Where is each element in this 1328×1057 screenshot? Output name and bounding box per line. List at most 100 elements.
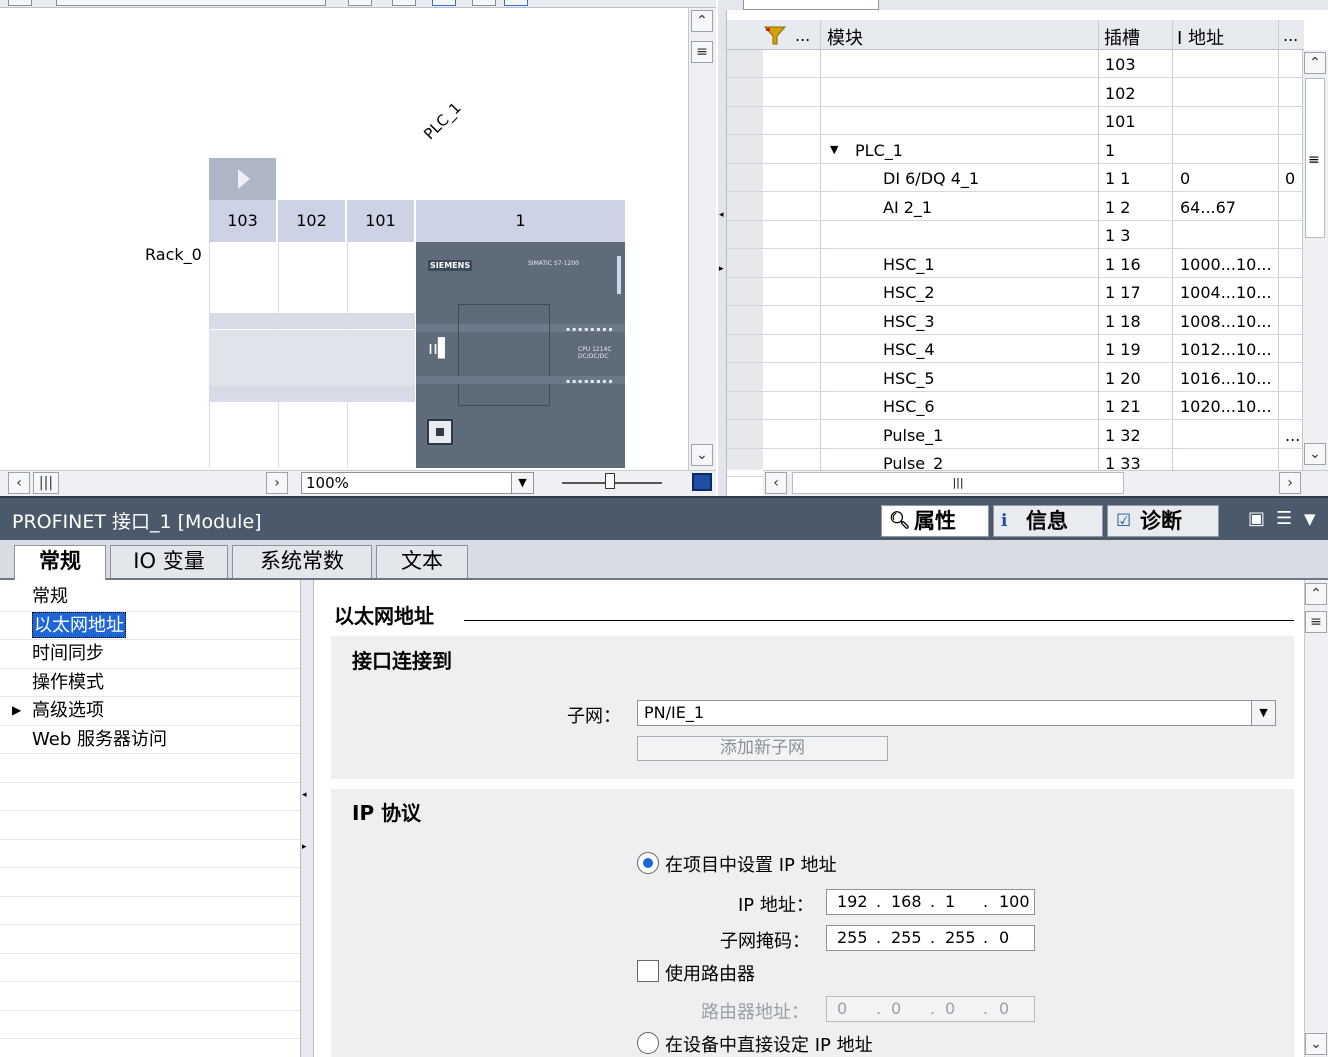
table-row[interactable]: HSC_5 1 20 1016...10... [727,364,1302,392]
col-module[interactable]: 模块 [827,24,863,50]
scroll-up-icon[interactable]: ⌃ [1305,583,1327,605]
scroll-grip-icon[interactable]: ≡ [691,41,713,63]
scroll-down-icon[interactable]: ⌄ [1305,1033,1327,1055]
cell-module: HSC_4 [883,340,935,359]
scroll-down-icon[interactable]: ⌄ [691,444,713,466]
table-row[interactable]: AI 2_1 1 2 64...67 [727,193,1302,221]
cell-slot: 102 [1105,83,1136,103]
device-select[interactable] [56,0,326,6]
router-octet: 0 [999,999,1010,1018]
cpu-module[interactable]: SIEMENS SIMATIC S7-1200 ıı▌ ▪▪▪▪▪▪▪▪ CPU… [416,242,625,468]
ip-address-label: IP 地址： [738,895,814,916]
tab-io-tags[interactable]: IO 变量 [110,545,228,578]
nav-divider [0,639,300,640]
toolbar-button[interactable] [432,0,456,6]
properties-title: PROFINET 接口_1 [Module] [12,511,262,533]
nav-item-general[interactable]: 常规 [32,584,68,610]
radio-set-in-project[interactable] [637,852,659,874]
overview-tab[interactable] [743,0,879,10]
scroll-right-icon[interactable]: › [266,472,288,494]
zoom-select[interactable]: 100% ▼ [301,472,534,494]
device-vscrollbar[interactable] [688,8,716,470]
nav-item-advanced[interactable]: 高级选项 [32,698,104,724]
table-row[interactable]: 103 [727,50,1302,78]
table-row[interactable]: DI 6/DQ 4_1 1 1 0 0 [727,164,1302,192]
overview-toggle-icon[interactable] [692,473,712,491]
section-rule [464,620,1294,621]
hscroll-thumb[interactable]: ||| [792,472,1124,494]
tab-general[interactable]: 常规 [14,545,106,581]
group2-title: IP 协议 [352,801,422,825]
router-address-input[interactable]: 0. 0. 0. 0 [826,996,1035,1022]
nav-divider [0,810,300,811]
zoom-value: 100% [306,474,349,492]
cell-module: PLC_1 [855,140,903,160]
tab-system-constants[interactable]: 系统常数 [232,545,372,578]
ip-dot: . [876,999,882,1018]
table-row[interactable]: HSC_2 1 17 1004...10... [727,278,1302,306]
toolbar-button[interactable] [392,0,416,6]
expand-rack-button[interactable] [209,158,276,200]
col-more[interactable]: ... [1283,26,1298,45]
tab-texts[interactable]: 文本 [376,545,468,578]
use-router-checkbox[interactable] [637,960,659,982]
panel-menu-icon[interactable]: ☰ [1276,508,1292,529]
toolbar-button[interactable] [504,0,528,6]
scroll-up-icon[interactable]: ⌃ [1304,52,1326,74]
tab-info[interactable]: ℹ 信息 [993,505,1103,537]
triangle-down-icon[interactable]: ▼ [830,143,838,156]
col-slot[interactable]: 插槽 [1104,24,1140,50]
nav-splitter[interactable]: ◂ ▸ [300,580,314,1057]
mask-octet: 255 [945,928,976,947]
scroll-right-icon[interactable]: › [1279,472,1301,494]
ip-octet: 100 [999,892,1030,911]
ethernet-port-icon[interactable] [427,419,453,445]
hscroll-thumb[interactable]: ||| [33,472,59,494]
toolbar-button[interactable] [348,0,372,6]
nav-item-operating-mode[interactable]: 操作模式 [32,670,104,696]
device-view-toolbar [0,0,716,8]
cell-slot: 1 17 [1105,283,1141,302]
subnet-select[interactable]: PN/IE_1 ▼ [637,700,1276,726]
table-row[interactable]: HSC_6 1 21 1020...10... [727,392,1302,420]
cell-q: ... [1285,425,1301,445]
subnet-mask-input[interactable]: 255. 255. 255. 0 [826,925,1035,951]
chevron-down-icon[interactable]: ▼ [1304,510,1316,528]
tab-diagnostics[interactable]: ☑ 诊断 [1107,505,1219,537]
scroll-grip-icon[interactable]: ≡ [1305,611,1327,633]
table-row[interactable]: 101 [727,107,1302,135]
nav-item-web-server[interactable]: Web 服务器访问 [32,727,167,753]
overview-splitter[interactable]: ◂ ▸ [718,10,727,496]
ip-dot: . [983,892,989,911]
toolbar-button[interactable] [472,0,496,6]
nav-item-ethernet-address[interactable]: 以太网地址 [32,612,126,638]
panel-window-icon[interactable]: ▣ [1248,508,1265,529]
cell-iaddr: 1004...10... [1180,283,1272,302]
scroll-down-icon[interactable]: ⌄ [1304,443,1326,465]
filter-icon[interactable] [763,24,787,46]
content-vscrollbar[interactable] [1304,580,1328,1057]
table-row[interactable]: HSC_4 1 19 1012...10... [727,335,1302,363]
radio-set-on-device[interactable] [637,1032,659,1054]
col-iaddr[interactable]: I 地址 [1177,24,1224,50]
table-row[interactable]: PLC_1 1 [727,136,1302,164]
router-octet: 0 [891,999,902,1018]
scroll-left-icon[interactable]: ‹ [765,472,787,494]
chevron-down-icon[interactable]: ▼ [511,473,533,493]
triangle-right-icon[interactable]: ▶ [12,703,21,717]
ip-address-input[interactable]: 192. 168. 1. 100 [826,889,1035,915]
chevron-down-icon[interactable]: ▼ [1251,701,1275,725]
add-subnet-button[interactable]: 添加新子网 [637,736,888,761]
nav-item-time-sync[interactable]: 时间同步 [32,641,104,667]
scroll-left-icon[interactable]: ‹ [8,472,30,494]
toolbar-button[interactable] [8,0,32,6]
tab-properties[interactable]: 🔍︎ 属性 [881,505,989,537]
table-row[interactable]: HSC_3 1 18 1008...10... [727,307,1302,335]
zoom-slider-thumb[interactable] [605,473,615,489]
nav-divider [0,696,300,697]
scroll-up-icon[interactable]: ⌃ [691,10,713,32]
table-row[interactable]: 1 3 [727,221,1302,249]
table-row[interactable]: Pulse_1 1 32... [727,421,1302,449]
table-row[interactable]: HSC_1 1 16 1000...10... [727,250,1302,278]
table-row[interactable]: 102 [727,79,1302,107]
